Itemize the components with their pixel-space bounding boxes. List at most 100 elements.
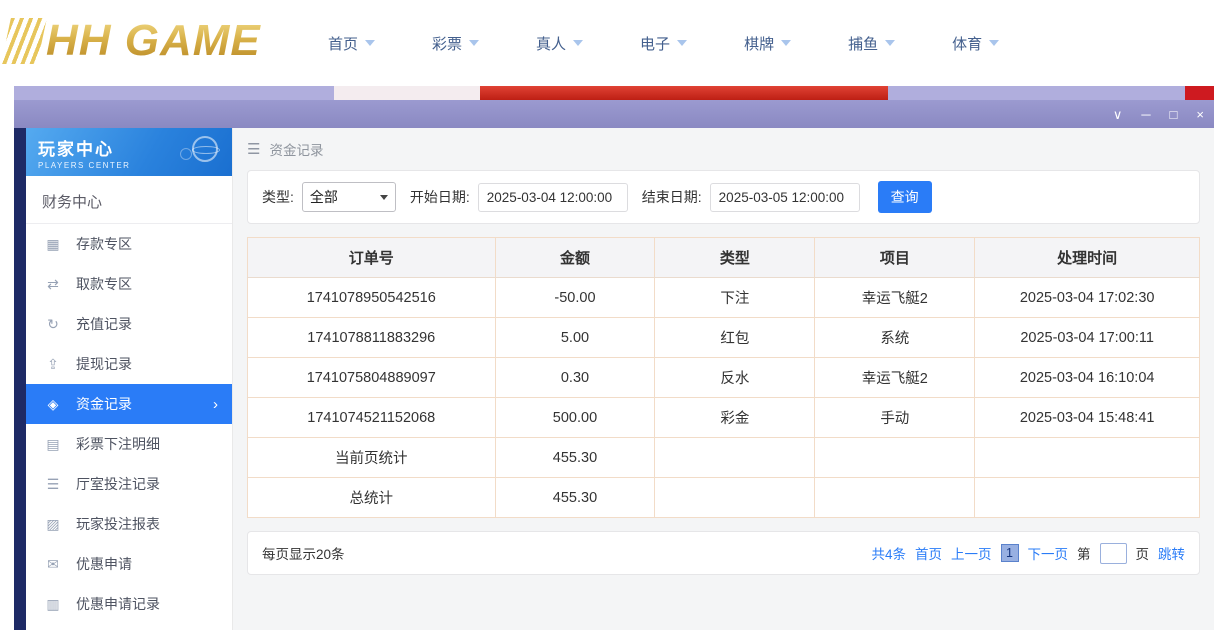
nav-item-slots[interactable]: 电子 (640, 33, 687, 54)
current-page-button[interactable]: 1 (1001, 544, 1019, 562)
globe-icon (192, 136, 218, 162)
behind-banner-red (480, 86, 888, 100)
nav-item-chess[interactable]: 棋牌 (744, 33, 791, 54)
chevron-down-icon (469, 40, 479, 46)
cell-amount: -50.00 (495, 278, 655, 318)
behind-block (14, 86, 334, 100)
sidebar-item-player-bet-report[interactable]: ▨玩家投注报表 (26, 504, 232, 544)
jump-button[interactable]: 跳转 (1158, 543, 1185, 563)
cell-empty (655, 438, 815, 478)
type-select[interactable]: 全部 (302, 182, 396, 212)
sidebar-item-recharge-records[interactable]: ↻充值记录 (26, 304, 232, 344)
cell-type: 彩金 (655, 398, 815, 438)
sidebar-section-finance: 财务中心 (26, 176, 232, 224)
site-logo[interactable]: HH GAME (6, 16, 261, 66)
jump-prefix-label: 第 (1077, 543, 1091, 563)
chevron-down-icon (989, 40, 999, 46)
cell-empty (815, 478, 975, 518)
pagination-bar: 每页显示20条 共4条 首页 上一页 1 下一页 第 页 跳转 (247, 531, 1200, 575)
nav-item-live[interactable]: 真人 (536, 33, 583, 54)
prev-page-link[interactable]: 上一页 (951, 543, 992, 563)
table-row: 1741078811883296 5.00 红包 系统 2025-03-04 1… (248, 318, 1200, 358)
nav-item-lottery[interactable]: 彩票 (432, 33, 479, 54)
window-minimize-icon[interactable]: ─ (1141, 108, 1150, 121)
cell-empty (815, 438, 975, 478)
sidebar-item-label: 厅室投注记录 (76, 474, 160, 494)
cell-type: 红包 (655, 318, 815, 358)
cell-amount: 0.30 (495, 358, 655, 398)
sidebar-item-label: 资金记录 (76, 394, 132, 414)
sidebar-header: 玩家中心 PLAYERS CENTER (26, 128, 232, 176)
total-count-label: 共4条 (871, 543, 906, 563)
cell-order-no: 1741078811883296 (248, 318, 496, 358)
behind-block (334, 86, 480, 100)
withdraw-icon: ⇄ (45, 276, 61, 293)
sidebar-item-hall-bet-records[interactable]: ☰ 厅室投注记录 (26, 464, 232, 504)
sidebar-item-lottery-bet-details[interactable]: ▤彩票下注明细 (26, 424, 232, 464)
first-page-link[interactable]: 首页 (915, 543, 942, 563)
logo-text: HH GAME (46, 16, 261, 66)
nav-label: 棋牌 (744, 33, 774, 54)
nav-label: 体育 (952, 33, 982, 54)
window-collapse-icon[interactable]: ∨ (1113, 108, 1123, 121)
filter-panel: 类型: 全部 开始日期: 结束日期: 查询 (247, 170, 1200, 224)
table-row-grand-total: 总统计 455.30 (248, 478, 1200, 518)
select-chevron-icon (380, 195, 388, 200)
chevron-down-icon (677, 40, 687, 46)
end-date-label: 结束日期: (642, 187, 702, 207)
window-close-icon[interactable]: × (1196, 108, 1204, 121)
site-nav: 首页 彩票 真人 电子 棋牌 捕鱼 体育 (328, 0, 999, 86)
cell-order-no: 1741074521152068 (248, 398, 496, 438)
sidebar-item-label: 优惠申请 (76, 554, 132, 574)
breadcrumb-label: 资金记录 (269, 139, 323, 159)
cell-label: 当前页统计 (248, 438, 496, 478)
sidebar-item-label: 提现记录 (76, 354, 132, 374)
header-time: 处理时间 (975, 238, 1200, 278)
nav-label: 首页 (328, 33, 358, 54)
hall-bet-icon: ☰ (45, 476, 61, 493)
table-row-page-total: 当前页统计 455.30 (248, 438, 1200, 478)
sidebar-item-label: 取款专区 (76, 274, 132, 294)
withdrawal-record-icon: ⇪ (45, 356, 61, 373)
sidebar-item-promo-apply[interactable]: ✉优惠申请 (26, 544, 232, 584)
cell-amount: 500.00 (495, 398, 655, 438)
start-date-input[interactable] (478, 183, 628, 212)
table-row: 1741078950542516 -50.00 下注 幸运飞艇2 2025-03… (248, 278, 1200, 318)
nav-item-home[interactable]: 首页 (328, 33, 375, 54)
report-icon: ▨ (45, 516, 61, 533)
main-content: ☰ 资金记录 类型: 全部 开始日期: 结束日期: 查询 (233, 128, 1214, 630)
site-header: HH GAME 首页 彩票 真人 电子 棋牌 捕鱼 体育 (0, 0, 1214, 86)
nav-label: 彩票 (432, 33, 462, 54)
nav-label: 捕鱼 (848, 33, 878, 54)
header-item: 项目 (815, 238, 975, 278)
end-date-input[interactable] (710, 183, 860, 212)
next-page-link[interactable]: 下一页 (1028, 543, 1069, 563)
query-button[interactable]: 查询 (878, 181, 932, 213)
table-row: 1741075804889097 0.30 反水 幸运飞艇2 2025-03-0… (248, 358, 1200, 398)
table-row: 1741074521152068 500.00 彩金 手动 2025-03-04… (248, 398, 1200, 438)
sidebar-item-deposit-zone[interactable]: ▦存款专区 (26, 224, 232, 264)
menu-icon[interactable]: ☰ (247, 140, 260, 158)
sidebar-item-withdraw-zone[interactable]: ⇄ 取款专区 (26, 264, 232, 304)
sidebar-subtitle: PLAYERS CENTER (38, 161, 220, 170)
window-maximize-icon[interactable]: □ (1170, 108, 1178, 121)
nav-label: 电子 (640, 33, 670, 54)
nav-label: 真人 (536, 33, 566, 54)
cell-label: 总统计 (248, 478, 496, 518)
pager: 共4条 首页 上一页 1 下一页 第 页 跳转 (871, 543, 1185, 564)
window-titlebar: ∨ ─ □ × (14, 100, 1214, 128)
nav-item-fishing[interactable]: 捕鱼 (848, 33, 895, 54)
sidebar-item-withdrawal-records[interactable]: ⇪ 提现记录 (26, 344, 232, 384)
sidebar-item-promo-apply-records[interactable]: ▥优惠申请记录 (26, 584, 232, 624)
cell-time: 2025-03-04 17:02:30 (975, 278, 1200, 318)
player-center-window: ∨ ─ □ × 玩家中心 PLAYERS CENTER 财务中心 ▦存款专区 (14, 100, 1214, 630)
nav-item-sports[interactable]: 体育 (952, 33, 999, 54)
type-select-value: 全部 (310, 187, 338, 207)
jump-page-input[interactable] (1100, 543, 1127, 564)
sidebar-item-fund-records[interactable]: ◈资金记录› (26, 384, 232, 424)
header-type: 类型 (655, 238, 815, 278)
jump-suffix-label: 页 (1136, 543, 1150, 563)
table-header-row: 订单号 金额 类型 项目 处理时间 (248, 238, 1200, 278)
cell-item: 手动 (815, 398, 975, 438)
start-date-label: 开始日期: (410, 187, 470, 207)
